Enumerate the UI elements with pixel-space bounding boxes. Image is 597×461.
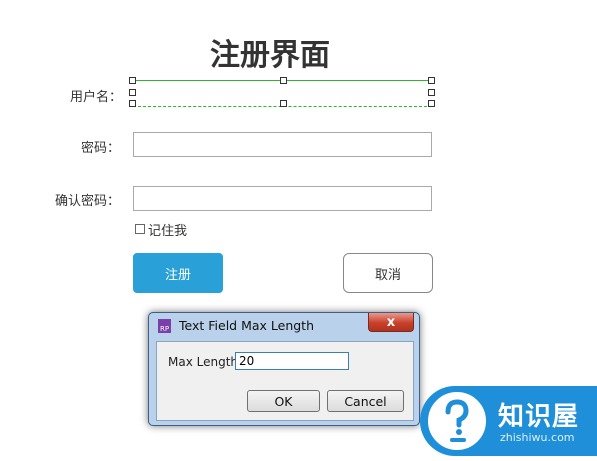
password-label: 密码： xyxy=(80,141,120,156)
dialog-titlebar[interactable]: RP Text Field Max Length x xyxy=(149,313,419,339)
max-length-dialog: RP Text Field Max Length x Max Length 20… xyxy=(148,312,420,426)
page-title: 注册界面 xyxy=(210,38,330,73)
remember-label: 记住我 xyxy=(148,224,188,239)
max-length-label: Max Length xyxy=(168,355,239,369)
resize-handle-bottom[interactable] xyxy=(280,100,287,107)
app-icon: RP xyxy=(158,319,171,333)
resize-handle-right[interactable] xyxy=(428,89,435,96)
watermark-logo-icon xyxy=(424,388,490,454)
close-button[interactable]: x xyxy=(368,313,414,332)
resize-handle-top-right[interactable] xyxy=(428,77,435,84)
watermark-url: zhishiwu.com xyxy=(500,431,575,444)
confirm-password-field[interactable] xyxy=(133,186,432,211)
dialog-title: Text Field Max Length xyxy=(179,318,315,333)
resize-handle-bottom-left[interactable] xyxy=(129,100,136,107)
resize-handle-top-left[interactable] xyxy=(129,77,136,84)
cancel-button[interactable]: 取消 xyxy=(343,253,433,293)
dialog-body: Max Length 20 OK Cancel xyxy=(156,341,414,421)
username-label: 用户名： xyxy=(69,90,122,105)
watermark-brand: 知识屋 xyxy=(498,402,580,432)
close-icon: x xyxy=(386,314,396,330)
username-field[interactable] xyxy=(129,77,435,107)
resize-handle-top[interactable] xyxy=(280,77,287,84)
remember-checkbox[interactable] xyxy=(135,224,145,234)
dialog-cancel-button[interactable]: Cancel xyxy=(327,390,404,412)
resize-handle-bottom-right[interactable] xyxy=(428,100,435,107)
resize-handle-left[interactable] xyxy=(129,89,136,96)
register-button[interactable]: 注册 xyxy=(133,253,223,293)
confirm-password-label: 确认密码： xyxy=(54,194,120,209)
question-monitor-icon xyxy=(445,399,469,442)
max-length-input[interactable]: 20 xyxy=(235,352,349,370)
password-field[interactable] xyxy=(133,132,432,157)
ok-button[interactable]: OK xyxy=(247,390,320,412)
